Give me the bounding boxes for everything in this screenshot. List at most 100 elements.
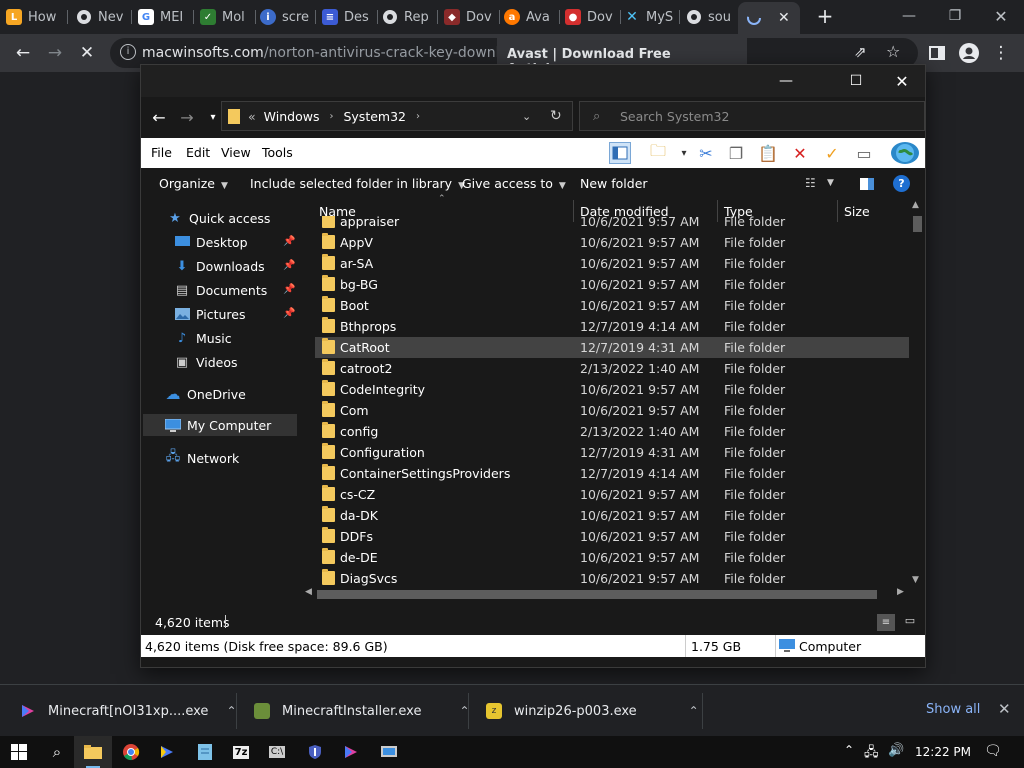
browser-tab[interactable]: G MEI xyxy=(138,4,194,30)
table-row[interactable]: ContainerSettingsProviders 12/7/2019 4:14… xyxy=(315,463,909,484)
nav-documents[interactable]: ▤ Documents xyxy=(174,279,267,301)
volume-icon[interactable]: 🔊 xyxy=(888,743,904,758)
table-row[interactable]: catroot2 2/13/2022 1:40 AM File folder xyxy=(315,358,909,379)
table-row[interactable]: config 2/13/2022 1:40 AM File folder xyxy=(315,421,909,442)
download-item[interactable]: z winzip26-p003.exe ⌃ xyxy=(486,685,699,737)
pin-icon[interactable]: 📌 xyxy=(283,284,295,295)
start-button-icon[interactable] xyxy=(0,736,38,768)
table-row[interactable]: Configuration 12/7/2019 4:31 AM File folde… xyxy=(315,442,909,463)
back-icon[interactable]: ← xyxy=(8,38,38,68)
delete-icon[interactable]: ✕ xyxy=(789,142,811,164)
nav-desktop[interactable]: Desktop xyxy=(174,231,248,253)
forward-icon[interactable]: → xyxy=(40,38,70,68)
properties-icon[interactable]: ▭ xyxy=(853,142,875,164)
chrome-menu-icon[interactable]: ⋮ xyxy=(986,38,1016,68)
cut-icon[interactable]: ✂ xyxy=(695,142,717,164)
folder-options-icon[interactable]: 🗀 xyxy=(647,141,669,164)
chrome-close-icon[interactable]: ✕ xyxy=(978,0,1024,32)
side-panel-icon[interactable] xyxy=(922,38,952,68)
table-row[interactable]: da-DK 10/6/2021 9:57 AM File folder xyxy=(315,505,909,526)
bookmark-star-icon[interactable]: ☆ xyxy=(886,42,900,61)
search-input[interactable]: Search System32 xyxy=(579,101,925,131)
table-row[interactable]: Com 10/6/2021 9:57 AM File folder xyxy=(315,400,909,421)
shield-taskbar-icon[interactable] xyxy=(296,736,334,768)
browser-tab[interactable]: ◆ Dov xyxy=(444,4,500,30)
new-folder-button[interactable]: New folder xyxy=(580,176,648,191)
nav-downloads[interactable]: ⬇ Downloads xyxy=(174,255,265,277)
scroll-left-icon[interactable]: ◀ xyxy=(305,587,312,597)
give-access-button[interactable]: Give access to ▼ xyxy=(462,176,566,191)
table-row[interactable]: cs-CZ 10/6/2021 9:57 AM File folder xyxy=(315,484,909,505)
pin-icon[interactable]: 📌 xyxy=(283,236,295,247)
installer-taskbar-icon[interactable] xyxy=(370,736,408,768)
paste-icon[interactable]: 📋 xyxy=(757,142,779,164)
browser-tab[interactable]: L How xyxy=(6,4,68,30)
refresh-icon[interactable]: ↻ xyxy=(550,108,562,124)
scroll-thumb[interactable] xyxy=(317,590,877,599)
large-icons-view-icon[interactable]: ▭ xyxy=(901,614,919,631)
scroll-thumb[interactable] xyxy=(913,216,922,232)
chevron-right-icon[interactable]: › xyxy=(416,111,420,122)
app-taskbar-icon[interactable] xyxy=(148,736,186,768)
explorer-maximize-icon[interactable]: ☐ xyxy=(833,65,879,97)
pin-icon[interactable]: 📌 xyxy=(283,260,295,271)
dropdown-arrow-icon[interactable]: ▾ xyxy=(673,142,695,164)
copy-icon[interactable]: ❐ xyxy=(725,142,747,164)
browser-tab[interactable]: Nev xyxy=(76,4,132,30)
chevron-up-icon[interactable]: ⌃ xyxy=(689,704,699,718)
nav-quick-access[interactable]: ★ Quick access xyxy=(167,207,270,229)
menu-tools[interactable]: Tools xyxy=(262,145,293,160)
profile-avatar-icon[interactable] xyxy=(954,38,984,68)
change-view-icon[interactable]: ☷ xyxy=(805,176,816,190)
table-row[interactable]: AppV 10/6/2021 9:57 AM File folder xyxy=(315,232,909,253)
table-row[interactable]: bg-BG 10/6/2021 9:57 AM File folder xyxy=(315,274,909,295)
include-in-library-button[interactable]: Include selected folder in library ▼ xyxy=(250,176,465,191)
chrome-minimize-icon[interactable]: — xyxy=(886,0,932,32)
nav-onedrive[interactable]: ☁ OneDrive xyxy=(165,383,246,405)
browser-tab-active[interactable]: ✕ xyxy=(738,2,800,34)
chevron-up-icon[interactable]: ⌃ xyxy=(844,743,854,757)
download-item[interactable]: Minecraft[nOI31xp....exe ⌃ xyxy=(20,685,237,737)
help-icon[interactable]: ? xyxy=(893,175,910,192)
show-all-link[interactable]: Show all xyxy=(926,702,980,717)
explorer-titlebar[interactable]: — ☐ ✕ xyxy=(141,65,925,97)
7zip-taskbar-icon[interactable]: 7z xyxy=(222,736,260,768)
menu-edit[interactable]: Edit xyxy=(186,145,210,160)
browser-tab[interactable]: Rep xyxy=(382,4,438,30)
notifications-icon[interactable]: 🗨 xyxy=(984,743,1002,759)
organize-button[interactable]: Organize ▼ xyxy=(159,176,228,191)
table-row[interactable]: appraiser 10/6/2021 9:57 AM File folder xyxy=(315,216,909,232)
browser-tab[interactable]: ✓ Mol xyxy=(200,4,256,30)
pin-icon[interactable]: 📌 xyxy=(283,308,295,319)
breadcrumb-system32[interactable]: System32 xyxy=(343,109,406,124)
close-shelf-icon[interactable]: ✕ xyxy=(998,700,1011,718)
network-status-icon[interactable]: 🖧 xyxy=(864,743,879,765)
checkmark-icon[interactable]: ✓ xyxy=(821,142,843,164)
nav-music[interactable]: ♪ Music xyxy=(174,327,232,349)
scroll-right-icon[interactable]: ▶ xyxy=(897,587,904,597)
browser-tab[interactable]: ≡ Des xyxy=(322,4,378,30)
cmd-taskbar-icon[interactable]: C:\ xyxy=(258,736,296,768)
table-row[interactable]: DDFs 10/6/2021 9:57 AM File folder xyxy=(315,526,909,547)
explorer-forward-icon[interactable]: → xyxy=(175,105,199,129)
chrome-taskbar-icon[interactable] xyxy=(112,736,150,768)
chevron-right-icon[interactable]: › xyxy=(329,111,333,122)
scroll-up-icon[interactable]: ▲ xyxy=(912,200,919,210)
nav-pictures[interactable]: Pictures xyxy=(174,303,246,325)
chrome-restore-icon[interactable]: ❐ xyxy=(932,0,978,32)
globe-icon[interactable] xyxy=(891,142,919,164)
new-tab-button[interactable]: + xyxy=(802,0,848,32)
table-row[interactable]: Bthprops 12/7/2019 4:14 AM File folder xyxy=(315,316,909,337)
view-dropdown-icon[interactable]: ▼ xyxy=(827,178,834,188)
address-dropdown-icon[interactable]: ⌄ xyxy=(522,110,531,123)
breadcrumb-windows[interactable]: Windows xyxy=(264,109,320,124)
browser-tab[interactable]: i scre xyxy=(260,4,316,30)
nav-network[interactable]: 🖧 Network xyxy=(165,447,239,469)
explorer-back-icon[interactable]: ← xyxy=(147,105,171,129)
chevron-up-icon[interactable]: ⌃ xyxy=(226,704,236,718)
explorer-close-icon[interactable]: ✕ xyxy=(879,65,925,97)
nav-my-computer[interactable]: My Computer xyxy=(143,414,297,436)
scroll-down-icon[interactable]: ▼ xyxy=(912,575,919,585)
bluestacks-taskbar-icon[interactable] xyxy=(332,736,370,768)
table-row[interactable]: DiagSvcs 10/6/2021 9:57 AM File folder xyxy=(315,568,909,588)
